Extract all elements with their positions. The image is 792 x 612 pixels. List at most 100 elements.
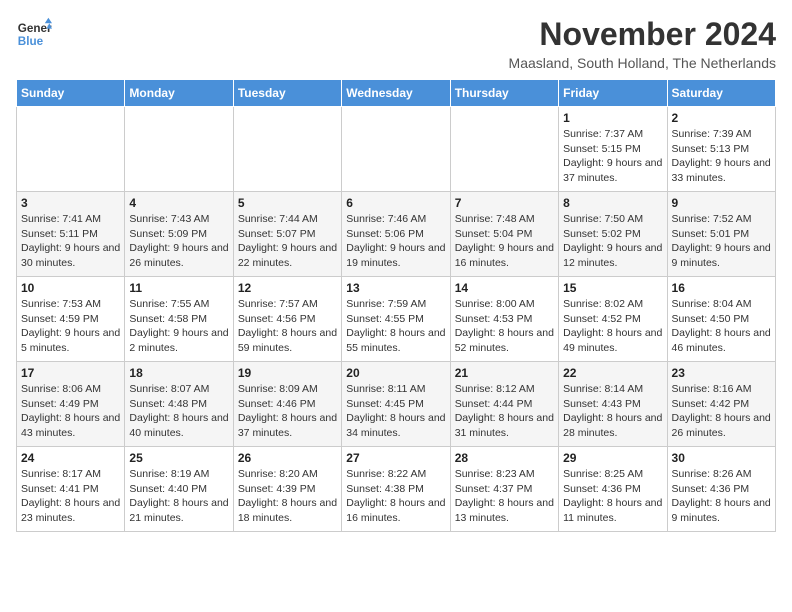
calendar-cell: 16 Sunrise: 8:04 AMSunset: 4:50 PMDayligh… — [667, 277, 775, 362]
calendar-cell: 22 Sunrise: 8:14 AMSunset: 4:43 PMDayligh… — [559, 362, 667, 447]
calendar-cell: 9 Sunrise: 7:52 AMSunset: 5:01 PMDaylight… — [667, 192, 775, 277]
calendar-cell: 24Sunrise: 8:17 AMSunset: 4:41 PMDayligh… — [17, 447, 125, 532]
svg-text:General: General — [18, 22, 52, 35]
calendar-cell: 27 Sunrise: 8:22 AMSunset: 4:38 PMDayligh… — [342, 447, 450, 532]
day-info: Sunrise: 8:07 AMSunset: 4:48 PMDaylight:… — [129, 382, 228, 441]
calendar-cell: 15Sunrise: 8:02 AMSunset: 4:52 PMDayligh… — [559, 277, 667, 362]
calendar-cell — [342, 107, 450, 192]
day-info: Sunrise: 8:20 AMSunset: 4:39 PMDaylight:… — [238, 467, 337, 526]
day-info: Sunrise: 7:48 AMSunset: 5:04 PMDaylight:… — [455, 212, 554, 271]
calendar-cell: 17 Sunrise: 8:06 AMSunset: 4:49 PMDayligh… — [17, 362, 125, 447]
day-info: Sunrise: 8:04 AMSunset: 4:50 PMDaylight:… — [672, 297, 771, 356]
calendar-cell: 14Sunrise: 8:00 AMSunset: 4:53 PMDayligh… — [450, 277, 558, 362]
day-info: Sunrise: 8:19 AMSunset: 4:40 PMDaylight:… — [129, 467, 228, 526]
day-number: 28 — [455, 451, 554, 465]
svg-text:Blue: Blue — [18, 35, 44, 48]
day-number: 17 — [21, 366, 120, 380]
calendar-cell: 3 Sunrise: 7:41 AMSunset: 5:11 PMDaylight… — [17, 192, 125, 277]
day-info: Sunrise: 7:59 AMSunset: 4:55 PMDaylight:… — [346, 297, 445, 356]
calendar-cell: 12Sunrise: 7:57 AMSunset: 4:56 PMDayligh… — [233, 277, 341, 362]
calendar-cell: 10Sunrise: 7:53 AMSunset: 4:59 PMDayligh… — [17, 277, 125, 362]
day-info: Sunrise: 8:23 AMSunset: 4:37 PMDaylight:… — [455, 467, 554, 526]
calendar-header-row: SundayMondayTuesdayWednesdayThursdayFrid… — [17, 80, 776, 107]
calendar-cell: 13 Sunrise: 7:59 AMSunset: 4:55 PMDayligh… — [342, 277, 450, 362]
calendar-week-row: 10Sunrise: 7:53 AMSunset: 4:59 PMDayligh… — [17, 277, 776, 362]
calendar-week-row: 24Sunrise: 8:17 AMSunset: 4:41 PMDayligh… — [17, 447, 776, 532]
day-info: Sunrise: 8:25 AMSunset: 4:36 PMDaylight:… — [563, 467, 662, 526]
calendar-cell: 20Sunrise: 8:11 AMSunset: 4:45 PMDayligh… — [342, 362, 450, 447]
calendar-cell: 23 Sunrise: 8:16 AMSunset: 4:42 PMDayligh… — [667, 362, 775, 447]
day-info: Sunrise: 7:55 AMSunset: 4:58 PMDaylight:… — [129, 297, 228, 356]
weekday-header: Wednesday — [342, 80, 450, 107]
day-info: Sunrise: 7:43 AMSunset: 5:09 PMDaylight:… — [129, 212, 228, 271]
day-number: 2 — [672, 111, 771, 125]
logo-icon: General Blue — [16, 16, 52, 52]
calendar-cell: 8 Sunrise: 7:50 AMSunset: 5:02 PMDaylight… — [559, 192, 667, 277]
calendar-cell: 4 Sunrise: 7:43 AMSunset: 5:09 PMDaylight… — [125, 192, 233, 277]
day-number: 1 — [563, 111, 662, 125]
day-info: Sunrise: 8:17 AMSunset: 4:41 PMDaylight:… — [21, 467, 120, 526]
day-info: Sunrise: 7:41 AMSunset: 5:11 PMDaylight:… — [21, 212, 120, 271]
day-number: 23 — [672, 366, 771, 380]
day-number: 25 — [129, 451, 228, 465]
calendar-cell — [125, 107, 233, 192]
logo: General Blue — [16, 16, 52, 52]
calendar-cell: 2 Sunrise: 7:39 AMSunset: 5:13 PMDaylight… — [667, 107, 775, 192]
month-title: November 2024 — [509, 16, 776, 53]
day-info: Sunrise: 7:52 AMSunset: 5:01 PMDaylight:… — [672, 212, 771, 271]
calendar-cell: 26 Sunrise: 8:20 AMSunset: 4:39 PMDayligh… — [233, 447, 341, 532]
day-number: 3 — [21, 196, 120, 210]
calendar-cell: 28 Sunrise: 8:23 AMSunset: 4:37 PMDayligh… — [450, 447, 558, 532]
calendar-cell: 6Sunrise: 7:46 AMSunset: 5:06 PMDaylight… — [342, 192, 450, 277]
weekday-header: Saturday — [667, 80, 775, 107]
day-info: Sunrise: 7:50 AMSunset: 5:02 PMDaylight:… — [563, 212, 662, 271]
weekday-header: Monday — [125, 80, 233, 107]
calendar-week-row: 1 Sunrise: 7:37 AMSunset: 5:15 PMDaylight… — [17, 107, 776, 192]
calendar-cell: 19Sunrise: 8:09 AMSunset: 4:46 PMDayligh… — [233, 362, 341, 447]
calendar-table: SundayMondayTuesdayWednesdayThursdayFrid… — [16, 79, 776, 532]
day-info: Sunrise: 8:16 AMSunset: 4:42 PMDaylight:… — [672, 382, 771, 441]
day-info: Sunrise: 8:11 AMSunset: 4:45 PMDaylight:… — [346, 382, 445, 441]
day-number: 13 — [346, 281, 445, 295]
title-block: November 2024 Maasland, South Holland, T… — [509, 16, 776, 71]
day-number: 22 — [563, 366, 662, 380]
day-number: 8 — [563, 196, 662, 210]
day-number: 9 — [672, 196, 771, 210]
calendar-cell: 30 Sunrise: 8:26 AMSunset: 4:36 PMDayligh… — [667, 447, 775, 532]
calendar-cell: 25 Sunrise: 8:19 AMSunset: 4:40 PMDayligh… — [125, 447, 233, 532]
day-number: 16 — [672, 281, 771, 295]
calendar-cell — [233, 107, 341, 192]
day-info: Sunrise: 8:12 AMSunset: 4:44 PMDaylight:… — [455, 382, 554, 441]
day-number: 18 — [129, 366, 228, 380]
day-info: Sunrise: 7:37 AMSunset: 5:15 PMDaylight:… — [563, 127, 662, 186]
day-info: Sunrise: 7:44 AMSunset: 5:07 PMDaylight:… — [238, 212, 337, 271]
location-subtitle: Maasland, South Holland, The Netherlands — [509, 55, 776, 71]
day-number: 11 — [129, 281, 228, 295]
day-info: Sunrise: 8:02 AMSunset: 4:52 PMDaylight:… — [563, 297, 662, 356]
weekday-header: Tuesday — [233, 80, 341, 107]
calendar-cell — [450, 107, 558, 192]
day-number: 21 — [455, 366, 554, 380]
day-number: 30 — [672, 451, 771, 465]
day-info: Sunrise: 7:39 AMSunset: 5:13 PMDaylight:… — [672, 127, 771, 186]
day-info: Sunrise: 8:26 AMSunset: 4:36 PMDaylight:… — [672, 467, 771, 526]
weekday-header: Friday — [559, 80, 667, 107]
day-number: 26 — [238, 451, 337, 465]
day-number: 19 — [238, 366, 337, 380]
day-number: 10 — [21, 281, 120, 295]
day-number: 4 — [129, 196, 228, 210]
calendar-cell: 18 Sunrise: 8:07 AMSunset: 4:48 PMDayligh… — [125, 362, 233, 447]
calendar-cell — [17, 107, 125, 192]
day-info: Sunrise: 8:14 AMSunset: 4:43 PMDaylight:… — [563, 382, 662, 441]
calendar-cell: 1 Sunrise: 7:37 AMSunset: 5:15 PMDaylight… — [559, 107, 667, 192]
day-info: Sunrise: 8:06 AMSunset: 4:49 PMDaylight:… — [21, 382, 120, 441]
day-info: Sunrise: 8:22 AMSunset: 4:38 PMDaylight:… — [346, 467, 445, 526]
weekday-header: Sunday — [17, 80, 125, 107]
day-number: 6 — [346, 196, 445, 210]
weekday-header: Thursday — [450, 80, 558, 107]
calendar-cell: 7Sunrise: 7:48 AMSunset: 5:04 PMDaylight… — [450, 192, 558, 277]
header: General Blue November 2024 Maasland, Sou… — [16, 16, 776, 71]
day-number: 5 — [238, 196, 337, 210]
calendar-cell: 5 Sunrise: 7:44 AMSunset: 5:07 PMDaylight… — [233, 192, 341, 277]
day-number: 27 — [346, 451, 445, 465]
